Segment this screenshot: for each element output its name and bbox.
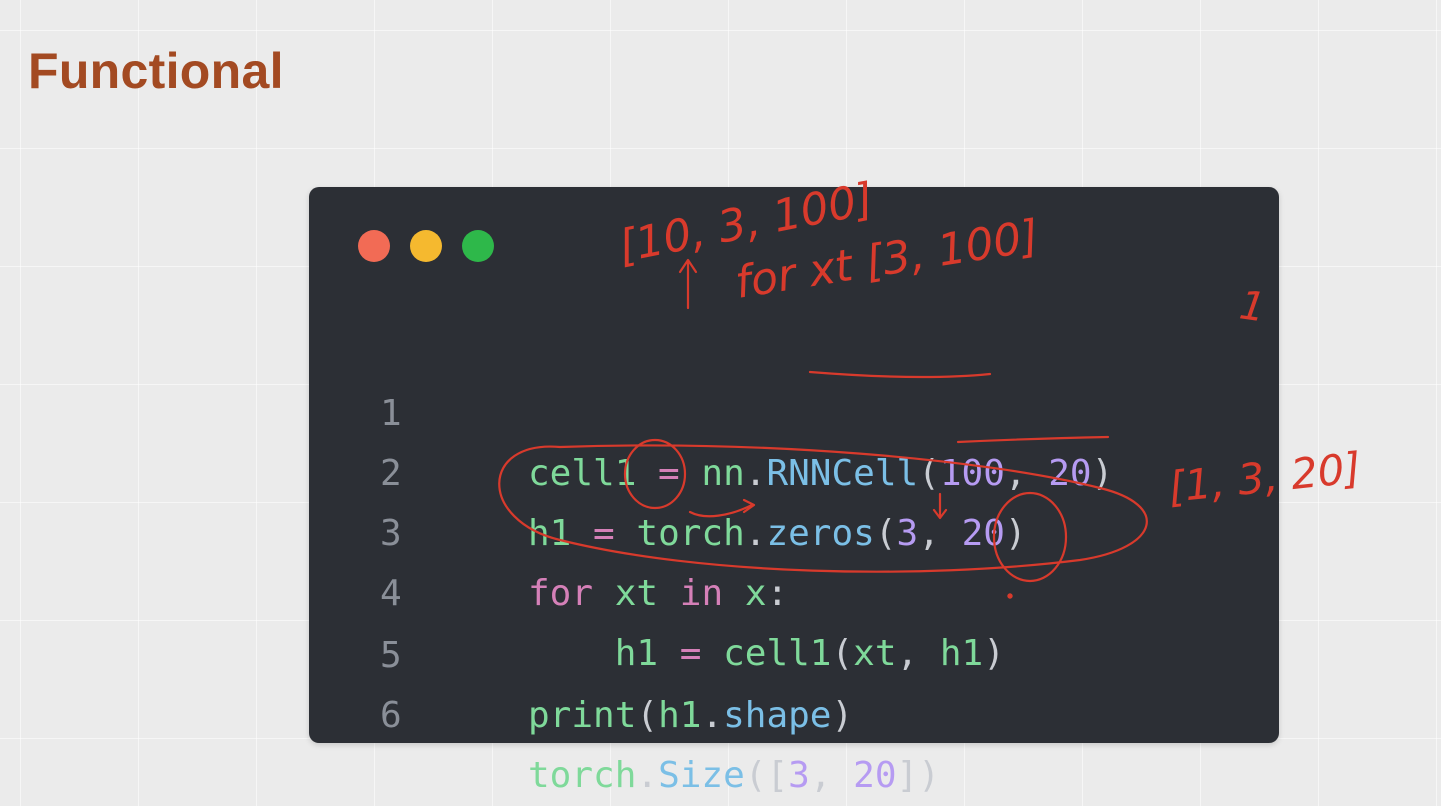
- code-token: ([: [744, 755, 789, 796]
- code-token: (: [874, 513, 897, 554]
- code-token: ,: [918, 513, 962, 554]
- code-token: =: [571, 513, 637, 554]
- code-token: ]): [896, 755, 940, 796]
- code-line: 5 print(h1.shape): [0, 566, 853, 736]
- code-token: x: [744, 573, 767, 614]
- code-token: (: [918, 453, 940, 494]
- code-token: =: [658, 633, 724, 674]
- code-text: print(h1.shape): [528, 686, 853, 746]
- line-number: 3: [380, 513, 402, 554]
- code-token: .: [636, 755, 659, 796]
- line-number: 5: [380, 635, 402, 676]
- line-number: 6: [380, 695, 402, 736]
- code-token: 20: [853, 755, 897, 796]
- code-token: 3: [788, 755, 810, 796]
- line-number: 2: [380, 453, 402, 494]
- code-token: for: [528, 573, 594, 614]
- code-token: ): [831, 695, 854, 736]
- code-token: Size: [658, 755, 745, 796]
- line-number: 1: [380, 393, 402, 434]
- close-dot-icon: [358, 230, 390, 262]
- code-token: ): [983, 633, 1005, 674]
- code-token: print: [528, 695, 637, 736]
- slide-title: Functional: [28, 43, 284, 99]
- code-token: zeros: [766, 513, 875, 554]
- code-line: 3 for xt in x:: [0, 444, 788, 614]
- code-token: 20: [1048, 453, 1092, 494]
- code-text: cell1 = nn.RNNCell(100, 20): [528, 444, 1113, 504]
- code-line: 1 cell1 = nn.RNNCell(100, 20): [0, 324, 1113, 494]
- code-token: 100: [939, 453, 1005, 494]
- code-token: ): [1091, 453, 1114, 494]
- code-token: (: [831, 633, 854, 674]
- code-token: xt: [853, 633, 897, 674]
- minimize-dot-icon: [410, 230, 442, 262]
- code-token: (: [636, 695, 659, 736]
- code-token: ,: [1004, 453, 1049, 494]
- code-token: 20: [961, 513, 1005, 554]
- code-token: .: [744, 513, 767, 554]
- code-token: h1: [939, 633, 984, 674]
- code-line: 2 h1 = torch.zeros(3, 20): [0, 384, 1027, 554]
- code-token: h1: [614, 633, 659, 674]
- line-number: 4: [380, 573, 402, 614]
- code-token: =: [636, 453, 702, 494]
- code-token: 3: [896, 513, 919, 554]
- code-token: in: [679, 573, 724, 614]
- code-token: .: [701, 695, 724, 736]
- code-token: shape: [723, 695, 832, 736]
- code-token: h1: [658, 695, 702, 736]
- code-line: 6 torch.Size([3, 20]): [0, 626, 940, 796]
- code-text: torch.Size([3, 20]): [528, 746, 940, 806]
- code-token: :: [766, 573, 789, 614]
- code-token: cell1: [723, 633, 832, 674]
- code-text: h1 = cell1(xt, h1): [528, 624, 1005, 684]
- code-token: ,: [809, 755, 854, 796]
- code-token: ): [1004, 513, 1027, 554]
- code-token: torch: [528, 755, 637, 796]
- code-token: cell1: [528, 453, 637, 494]
- code-token: .: [744, 453, 767, 494]
- code-token: xt: [614, 573, 659, 614]
- code-text: h1 = torch.zeros(3, 20): [528, 504, 1027, 564]
- code-line: 4 h1 = cell1(xt, h1): [0, 504, 1005, 674]
- code-token: ,: [896, 633, 940, 674]
- code-token: torch: [636, 513, 745, 554]
- code-token: nn: [701, 453, 745, 494]
- maximize-dot-icon: [462, 230, 494, 262]
- code-token: RNNCell: [766, 453, 919, 494]
- code-token: h1: [528, 513, 572, 554]
- code-text: for xt in x:: [528, 564, 788, 624]
